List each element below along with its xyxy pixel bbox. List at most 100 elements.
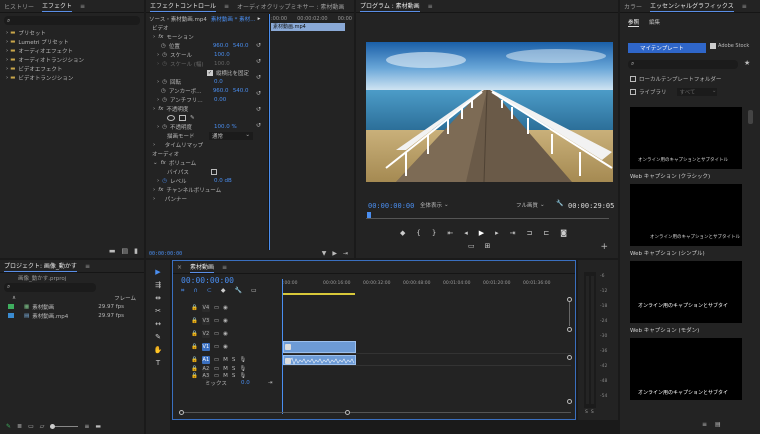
ec-mini-timeline[interactable]: :00:00 00:00:02:00 00:00 素材動画.mp4 bbox=[268, 14, 354, 250]
ec-panner-row[interactable]: › パンナー bbox=[149, 194, 268, 203]
multicam-icon[interactable]: ⊞ bbox=[485, 242, 491, 250]
export-icon[interactable]: ⇥ bbox=[343, 250, 348, 257]
play-icon[interactable]: ▶ bbox=[479, 229, 484, 237]
extract-icon[interactable]: ⊏ bbox=[543, 229, 549, 237]
eye-icon[interactable]: ◉ bbox=[223, 331, 228, 337]
sync-icon[interactable]: ▭ bbox=[214, 344, 219, 350]
marker-icon[interactable]: ◆ bbox=[221, 287, 226, 295]
tab-audio-clip-mixer[interactable]: オーディオクリップミキサー : 素材動画 bbox=[237, 2, 344, 11]
timeline-ruler[interactable]: :00:00 00:00:16:00 00:00:32:00 00:00:48:… bbox=[283, 279, 573, 297]
step-back-icon[interactable]: ◂ bbox=[464, 229, 468, 237]
tab-sequence[interactable]: 素材動画 bbox=[190, 262, 215, 273]
panel-menu-icon[interactable]: ≡ bbox=[742, 3, 747, 10]
compare-icon[interactable]: ▭ bbox=[468, 242, 475, 250]
playhead-marker[interactable] bbox=[367, 212, 371, 218]
sync-icon[interactable]: ▭ bbox=[214, 366, 219, 372]
panel-menu-icon[interactable]: ≡ bbox=[428, 3, 433, 10]
project-search-input[interactable]: ⌕ bbox=[4, 283, 96, 292]
slip-tool-icon[interactable]: ↔ bbox=[155, 320, 161, 328]
template-thumbnail[interactable]: オンライン用のキャプションとサブタイ bbox=[630, 261, 742, 323]
stopwatch-icon[interactable]: ◷ bbox=[161, 88, 166, 94]
wrench-icon[interactable]: 🔧 bbox=[556, 200, 563, 207]
ripple-edit-icon[interactable]: ⇹ bbox=[155, 294, 161, 302]
sync-icon[interactable]: ▭ bbox=[214, 331, 219, 337]
new-item-icon[interactable]: ▤ bbox=[122, 247, 129, 255]
mic-icon[interactable]: 🎙 bbox=[239, 366, 246, 372]
solo-button[interactable]: S bbox=[232, 366, 236, 372]
template-thumbnail[interactable]: オンライン用のキャプションとサブタイ bbox=[630, 338, 742, 400]
stopwatch-icon[interactable]: ◷ bbox=[162, 79, 167, 85]
reset-icon[interactable]: ↺ bbox=[256, 74, 261, 81]
add-button-icon[interactable]: + bbox=[600, 242, 608, 252]
lock-icon[interactable]: 🔒 bbox=[191, 344, 198, 350]
linked-icon[interactable]: ⊂ bbox=[207, 287, 212, 295]
local-folder-checkbox[interactable] bbox=[630, 75, 636, 82]
freeform-view-icon[interactable]: ▱ bbox=[40, 423, 45, 430]
reset-icon[interactable]: ↺ bbox=[256, 90, 261, 97]
lock-icon[interactable]: 🔒 bbox=[191, 373, 198, 379]
template-thumbnail[interactable]: オンライン用のキャプションとサブタイトル bbox=[630, 107, 742, 169]
audio-clip[interactable] bbox=[283, 355, 356, 365]
effects-search-input[interactable]: ⌕ bbox=[4, 16, 140, 25]
go-to-out-icon[interactable]: ⇥ bbox=[510, 229, 516, 237]
library-checkbox[interactable] bbox=[630, 88, 636, 95]
track-label[interactable]: V1 bbox=[201, 342, 210, 351]
solo-left-button[interactable]: S bbox=[585, 410, 588, 415]
timeline-vscroll[interactable] bbox=[567, 297, 572, 407]
tab-effect-controls[interactable]: エフェクトコントロール bbox=[150, 1, 217, 12]
effects-item[interactable]: › ▬ ビデオトランジション bbox=[6, 73, 144, 82]
panel-menu-icon[interactable]: ≡ bbox=[85, 263, 90, 270]
tab-project[interactable]: プロジェクト: 画像_動かす bbox=[4, 261, 77, 272]
sort-icon[interactable]: ≡ bbox=[702, 421, 707, 428]
timeline-hscroll[interactable] bbox=[179, 410, 571, 415]
settings-wrench-icon[interactable]: 🔧 bbox=[234, 287, 241, 295]
adobe-stock-button[interactable]: Adobe Stock bbox=[710, 43, 749, 49]
template-thumbnail[interactable]: オンライン用のキャプションとサブタイトル bbox=[630, 184, 742, 246]
lock-icon[interactable]: 🔒 bbox=[191, 357, 198, 363]
fit-dropdown[interactable]: 全体表示 ⌄ bbox=[420, 201, 449, 209]
track-select-icon[interactable]: ⇶ bbox=[155, 281, 161, 289]
step-forward-icon[interactable]: ▸ bbox=[495, 229, 499, 237]
nest-icon[interactable]: ⌗ bbox=[181, 287, 184, 295]
zoom-slider[interactable] bbox=[50, 424, 79, 429]
stopwatch-icon[interactable]: ◷ bbox=[162, 97, 167, 103]
video-clip[interactable] bbox=[283, 341, 356, 353]
effects-item[interactable]: › ▬ ビデオエフェクト bbox=[6, 64, 144, 73]
stopwatch-icon[interactable]: ◷ bbox=[162, 178, 167, 184]
panel-menu-icon[interactable]: ≡ bbox=[224, 3, 229, 10]
eg-search-input[interactable]: ⌕ bbox=[628, 60, 738, 69]
hand-tool-icon[interactable]: ✋ bbox=[154, 346, 163, 354]
quality-dropdown[interactable]: フル画質 ⌄ bbox=[516, 201, 545, 209]
effects-item[interactable]: › ▬ オーディオエフェクト bbox=[6, 46, 144, 55]
new-bin-icon[interactable]: ▬ bbox=[95, 423, 101, 430]
ec-opacity-row[interactable]: › fx 不透明度 bbox=[149, 104, 268, 113]
tab-browse[interactable]: 参照 bbox=[628, 18, 640, 27]
eg-scrollbar[interactable] bbox=[748, 110, 753, 124]
pen-tool-icon[interactable]: ✎ bbox=[155, 333, 161, 341]
track-label[interactable]: V3 bbox=[201, 316, 210, 325]
track-label[interactable]: A3 bbox=[201, 372, 210, 379]
tab-history[interactable]: ヒストリー bbox=[4, 2, 34, 11]
bypass-checkbox[interactable] bbox=[211, 168, 217, 175]
lock-icon[interactable]: 🔒 bbox=[191, 305, 198, 311]
timeline-timecode[interactable]: 00:00:00:00 bbox=[181, 276, 234, 285]
go-to-in-icon[interactable]: ⇤ bbox=[447, 229, 453, 237]
ec-sequence-dropdown[interactable]: 素材動画 * 素材… bbox=[211, 15, 256, 23]
blend-mode-select[interactable]: 通常 ⌄ bbox=[209, 131, 253, 140]
solo-button[interactable]: S bbox=[232, 373, 236, 379]
tab-edit[interactable]: 編集 bbox=[649, 18, 660, 27]
rect-mask-icon[interactable] bbox=[179, 114, 186, 121]
sync-icon[interactable]: ▭ bbox=[214, 357, 219, 363]
tab-program[interactable]: プログラム : 素材動画 bbox=[360, 1, 420, 12]
lock-icon[interactable]: 🔒 bbox=[191, 366, 198, 372]
pen-mask-icon[interactable]: ✎ bbox=[190, 115, 195, 121]
stopwatch-icon[interactable]: ◷ bbox=[162, 124, 167, 130]
program-scrubber[interactable] bbox=[366, 212, 609, 219]
library-select[interactable]: すべて ⌄ bbox=[676, 87, 717, 96]
go-to-end-icon[interactable]: ⇥ bbox=[268, 380, 273, 386]
mute-button[interactable]: M bbox=[223, 373, 228, 379]
program-video-frame[interactable] bbox=[366, 42, 613, 182]
track-label[interactable]: A1 bbox=[201, 356, 210, 364]
effects-item[interactable]: › ▬ Lumetri プリセット bbox=[6, 37, 144, 46]
reset-icon[interactable]: ↺ bbox=[256, 42, 261, 49]
